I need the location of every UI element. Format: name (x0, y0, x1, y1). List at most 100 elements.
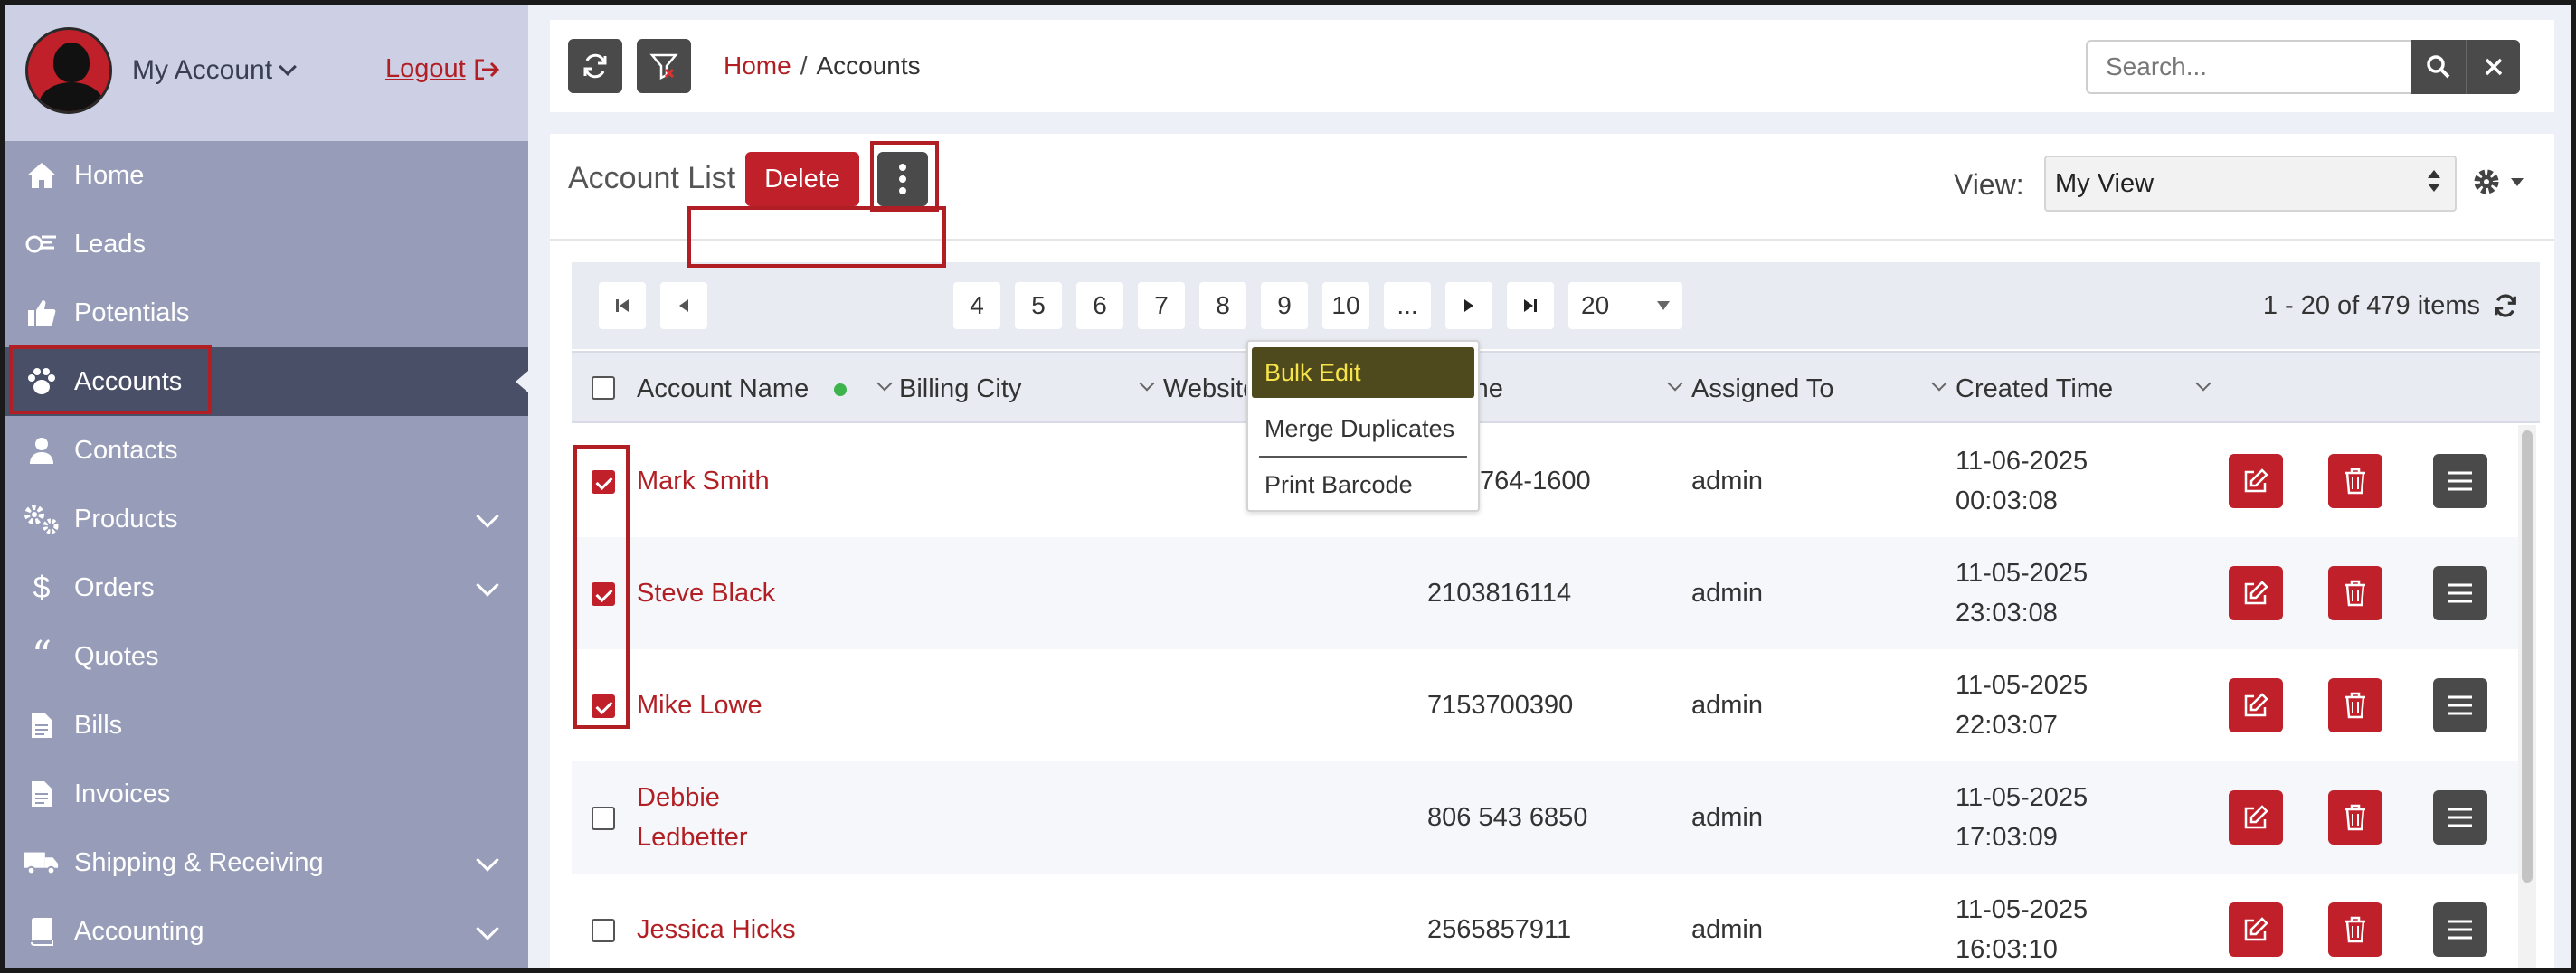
row-menu-button[interactable] (2433, 454, 2487, 508)
column-header-account-name[interactable]: Account Name (637, 374, 809, 404)
row-checkbox[interactable] (592, 807, 615, 830)
row-checkbox[interactable] (592, 919, 615, 942)
table-row[interactable]: Steve Black 2103816114 admin 11-05-2025 … (572, 537, 2518, 649)
table-header: Account Name Billing City Website Phone … (572, 351, 2540, 423)
column-header-assigned-to[interactable]: Assigned To (1691, 374, 1833, 404)
menu-item-print-barcode[interactable]: Print Barcode (1248, 459, 1478, 510)
sidebar-item-potentials[interactable]: Potentials (0, 279, 528, 347)
menu-item-bulk-edit[interactable]: Bulk Edit (1252, 347, 1474, 398)
page-button[interactable]: 9 (1261, 282, 1308, 329)
delete-button[interactable]: Delete (745, 152, 859, 206)
chevron-down-icon[interactable] (876, 375, 893, 392)
row-menu-button[interactable] (2433, 790, 2487, 845)
column-header-website[interactable]: Website (1163, 374, 1257, 404)
chevron-down-icon[interactable] (476, 505, 499, 528)
edit-button[interactable] (2229, 790, 2283, 845)
chevron-down-icon[interactable] (2195, 375, 2211, 392)
assigned-to-cell: admin (1691, 467, 1763, 496)
sidebar-item-label: Products (74, 504, 178, 534)
clear-search-button[interactable] (2466, 40, 2520, 94)
account-name-link[interactable]: Mark Smith (637, 461, 770, 501)
table-scrollbar[interactable] (2518, 425, 2536, 973)
account-name-link[interactable]: Ledbetter (637, 817, 748, 857)
column-header-billing-city[interactable]: Billing City (899, 374, 1021, 404)
sidebar: My Account Logout Home Leads Potentials … (0, 0, 528, 973)
created-date-cell: 11-06-2025 (1956, 447, 2088, 476)
delete-row-button[interactable] (2328, 454, 2382, 508)
search-button[interactable] (2411, 40, 2466, 94)
delete-row-button[interactable] (2328, 790, 2382, 845)
page-button[interactable]: 10 (1322, 282, 1369, 329)
edit-button[interactable] (2229, 678, 2283, 732)
chevron-down-icon[interactable] (1667, 375, 1683, 392)
prev-page-button[interactable] (660, 282, 707, 329)
edit-button[interactable] (2229, 566, 2283, 620)
sidebar-item-bills[interactable]: Bills (0, 691, 528, 760)
table-row[interactable]: Debbie Ledbetter 806 543 6850 admin 11-0… (572, 761, 2518, 874)
search-input[interactable] (2086, 40, 2411, 94)
hamburger-icon (2448, 808, 2472, 827)
quote-icon: “ (31, 633, 52, 679)
page-button[interactable]: 7 (1138, 282, 1185, 329)
page-button[interactable]: 5 (1015, 282, 1062, 329)
more-pages-button[interactable]: ... (1384, 282, 1431, 329)
breadcrumb-home-link[interactable]: Home (724, 52, 791, 80)
more-actions-button[interactable] (877, 152, 928, 206)
refresh-button[interactable] (568, 39, 622, 93)
sidebar-item-home[interactable]: Home (0, 141, 528, 210)
chevron-down-icon[interactable] (476, 573, 499, 597)
my-account-menu[interactable]: My Account (132, 55, 297, 86)
view-select[interactable]: My View (2044, 156, 2457, 212)
table-row[interactable]: Jessica Hicks 2565857911 admin 11-05-202… (572, 874, 2518, 973)
menu-item-merge-duplicates[interactable]: Merge Duplicates (1248, 403, 1478, 454)
filter-button[interactable] (637, 39, 691, 93)
row-menu-button[interactable] (2433, 566, 2487, 620)
page-button[interactable]: 4 (953, 282, 1000, 329)
select-all-checkbox[interactable] (592, 376, 615, 400)
row-checkbox[interactable] (592, 470, 615, 494)
sidebar-item-label: Orders (74, 572, 155, 602)
row-menu-button[interactable] (2433, 678, 2487, 732)
row-checkbox[interactable] (592, 694, 615, 718)
sidebar-item-accounting[interactable]: Accounting (0, 897, 528, 966)
avatar[interactable] (25, 27, 112, 114)
sidebar-item-leads[interactable]: Leads (0, 210, 528, 279)
delete-row-button[interactable] (2328, 678, 2382, 732)
page-button[interactable]: 6 (1076, 282, 1123, 329)
account-name-link[interactable]: Debbie (637, 778, 720, 817)
scrollbar-thumb[interactable] (2522, 430, 2533, 883)
table-row[interactable]: Mike Lowe 7153700390 admin 11-05-2025 22… (572, 649, 2518, 761)
chevron-down-icon[interactable] (476, 917, 499, 940)
delete-row-button[interactable] (2328, 902, 2382, 957)
last-page-button[interactable] (1507, 282, 1554, 329)
next-page-button[interactable] (1445, 282, 1492, 329)
row-menu-button[interactable] (2433, 902, 2487, 957)
edit-button[interactable] (2229, 902, 2283, 957)
settings-menu[interactable] (2471, 166, 2524, 197)
logout-link[interactable]: Logout (385, 54, 500, 84)
table-row[interactable]: Mark Smith 845-764-1600 admin 11-06-2025… (572, 425, 2518, 537)
page-size-select[interactable]: 20 (1568, 282, 1682, 329)
page-button[interactable]: 8 (1199, 282, 1246, 329)
account-name-link[interactable]: Steve Black (637, 573, 775, 613)
edit-button[interactable] (2229, 454, 2283, 508)
row-checkbox[interactable] (592, 582, 615, 606)
refresh-icon (2495, 294, 2516, 317)
account-list-panel: Account List Delete View: My View 4 5 6 … (550, 134, 2554, 973)
sidebar-item-products[interactable]: Products (0, 485, 528, 553)
sidebar-item-quotes[interactable]: “ Quotes (0, 622, 528, 691)
first-page-button[interactable] (599, 282, 646, 329)
sidebar-item-contacts[interactable]: Contacts (0, 416, 528, 485)
account-name-link[interactable]: Jessica Hicks (637, 910, 796, 949)
sidebar-item-orders[interactable]: $ Orders (0, 553, 528, 622)
account-name-link[interactable]: Mike Lowe (637, 685, 762, 725)
refresh-list-button[interactable] (2493, 293, 2518, 323)
sidebar-item-accounts[interactable]: Accounts (0, 347, 528, 416)
chevron-down-icon[interactable] (1139, 375, 1155, 392)
delete-row-button[interactable] (2328, 566, 2382, 620)
chevron-down-icon[interactable] (1931, 375, 1947, 392)
sidebar-item-invoices[interactable]: Invoices (0, 760, 528, 828)
sidebar-item-shipping[interactable]: Shipping & Receiving (0, 828, 528, 897)
column-header-created-time[interactable]: Created Time (1956, 374, 2113, 404)
chevron-down-icon[interactable] (476, 848, 499, 872)
